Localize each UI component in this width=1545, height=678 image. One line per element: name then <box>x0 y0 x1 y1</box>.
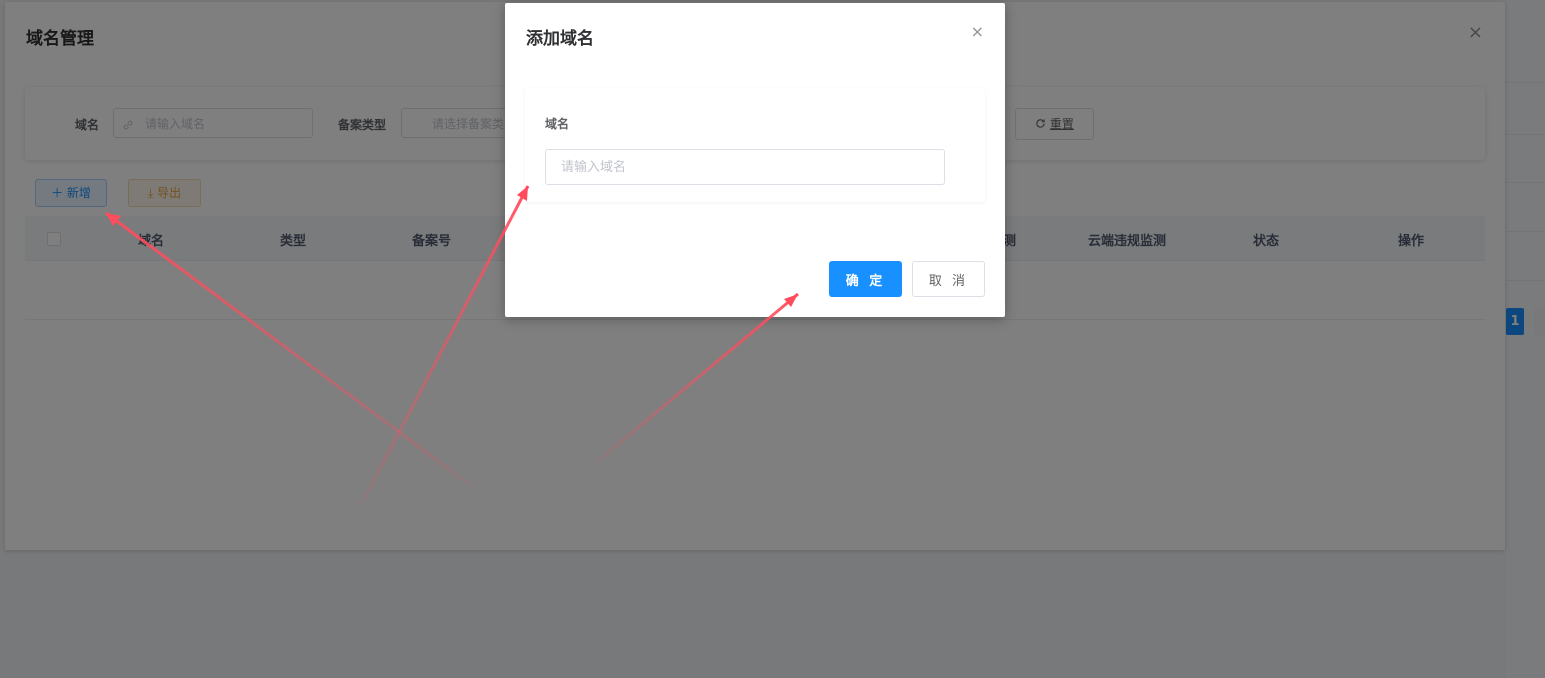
arrow-to-add-button <box>105 211 471 487</box>
annotation-arrows <box>105 185 799 504</box>
arrow-to-domain-input <box>360 185 530 504</box>
arrow-to-confirm-button <box>597 292 799 463</box>
